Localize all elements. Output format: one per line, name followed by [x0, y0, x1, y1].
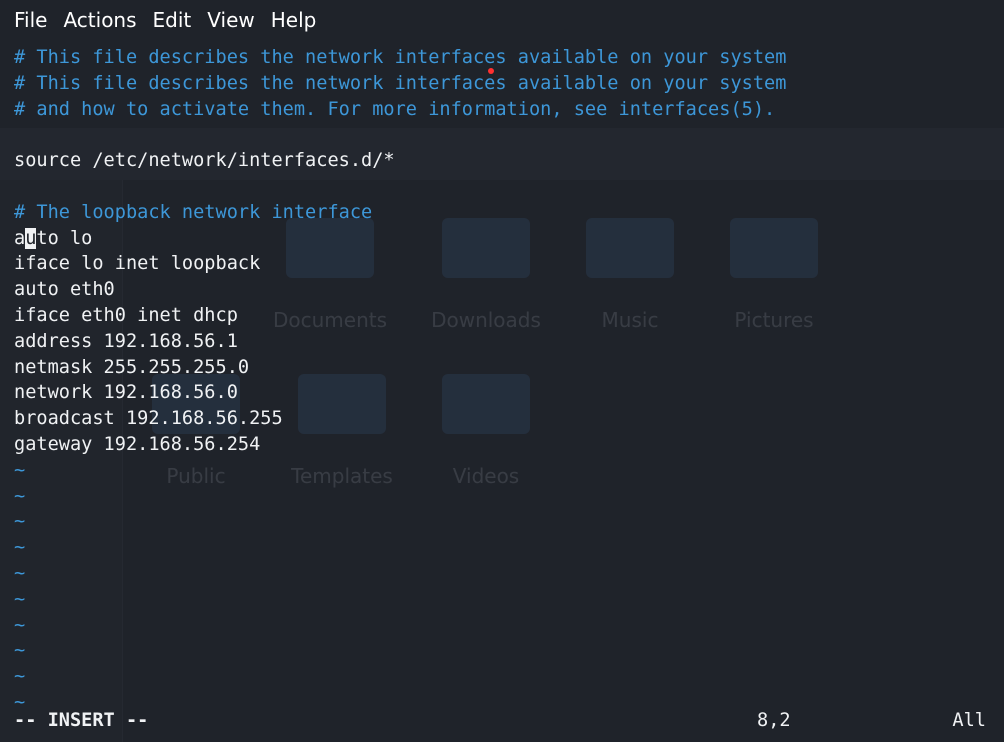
empty-line-marker[interactable]: ~	[14, 509, 786, 535]
terminal-window: kali@kali: ~/Desktop DocumentsDownloadsM…	[0, 0, 1004, 742]
code-line[interactable]: iface eth0 inet dhcp	[14, 303, 786, 329]
code-line[interactable]	[14, 122, 786, 148]
empty-line-marker[interactable]: ~	[14, 613, 786, 639]
empty-line-marker[interactable]: ~	[14, 458, 786, 484]
code-line[interactable]: source /etc/network/interfaces.d/*	[14, 148, 786, 174]
comment-line[interactable]: # This file describes the network interf…	[14, 71, 786, 97]
comment-line[interactable]: # The loopback network interface	[14, 200, 786, 226]
menu-file[interactable]: File	[14, 8, 47, 32]
empty-line-marker[interactable]: ~	[14, 535, 786, 561]
code-line[interactable]: netmask 255.255.255.0	[14, 355, 786, 381]
menu-help[interactable]: Help	[271, 8, 317, 32]
comment-line[interactable]: # and how to activate them. For more inf…	[14, 97, 786, 123]
menu-view[interactable]: View	[207, 8, 254, 32]
empty-line-marker[interactable]: ~	[14, 664, 786, 690]
menu-actions[interactable]: Actions	[63, 8, 136, 32]
code-line[interactable]: auto lo	[14, 226, 786, 252]
comment-line[interactable]: # This file describes the network interf…	[14, 45, 786, 71]
code-line[interactable]: address 192.168.56.1	[14, 329, 786, 355]
empty-line-marker[interactable]: ~	[14, 638, 786, 664]
menu-bar: File Actions Edit View Help	[0, 0, 1004, 40]
code-line[interactable]: broadcast 192.168.56.255	[14, 406, 786, 432]
code-line[interactable]: iface lo inet loopback	[14, 251, 786, 277]
code-line[interactable]	[14, 174, 786, 200]
code-line[interactable]: gateway 192.168.56.254	[14, 432, 786, 458]
insert-mode-indicator: -- INSERT --	[14, 710, 149, 731]
empty-line-marker[interactable]: ~	[14, 484, 786, 510]
scroll-position: All	[952, 710, 986, 731]
empty-line-marker[interactable]: ~	[14, 561, 786, 587]
code-line[interactable]: auto eth0	[14, 277, 786, 303]
code-line[interactable]: network 192.168.56.0	[14, 380, 786, 406]
empty-line-marker[interactable]: ~	[14, 587, 786, 613]
text-cursor: u	[25, 227, 37, 249]
cursor-position: 8,2	[757, 710, 791, 731]
red-marker-dot	[488, 68, 494, 74]
vim-status-line: -- INSERT -- 8,2 All	[14, 710, 990, 736]
vim-editor-buffer[interactable]: # This file describes the network interf…	[14, 45, 786, 716]
menu-edit[interactable]: Edit	[153, 8, 192, 32]
